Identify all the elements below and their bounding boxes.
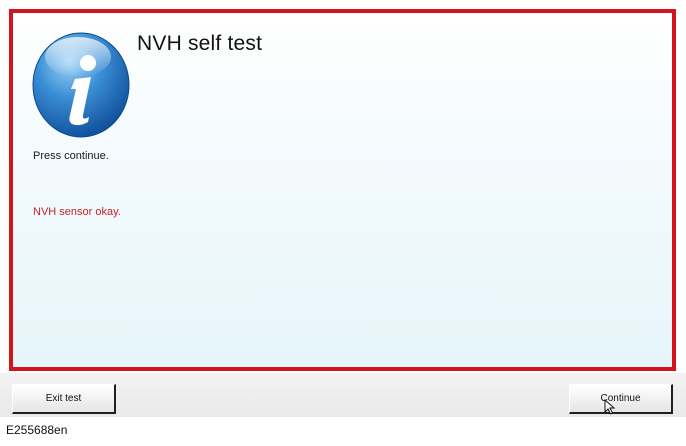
dialog-title: NVH self test (137, 32, 263, 55)
exit-test-button[interactable]: Exit test (12, 384, 116, 414)
continue-button[interactable]: Continue (569, 384, 673, 414)
figure-reference: E255688en (6, 423, 68, 437)
info-dialog: NVH self test Press continue. NVH sensor… (9, 9, 676, 371)
screen: NVH self test Press continue. NVH sensor… (0, 0, 686, 446)
button-bar: Exit test Continue (0, 373, 686, 417)
status-message: NVH sensor okay. (33, 206, 121, 218)
mouse-cursor-icon (604, 399, 616, 415)
info-icon (31, 27, 131, 139)
instruction-text: Press continue. (33, 150, 109, 162)
